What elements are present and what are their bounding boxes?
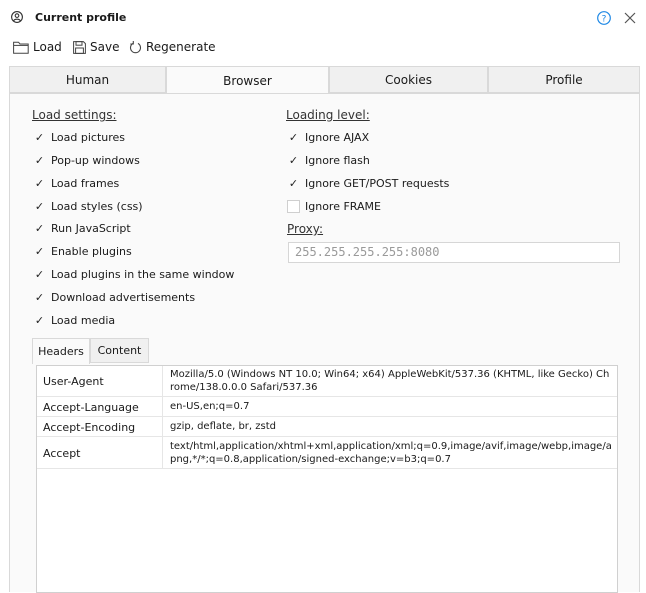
check-icon: ✓: [288, 154, 299, 167]
tab-browser[interactable]: Browser: [166, 66, 329, 94]
checkbox-load-frames[interactable]: ✓ Load frames: [33, 177, 119, 190]
header-name: Accept-Language: [43, 401, 139, 414]
help-icon[interactable]: ?: [597, 11, 611, 25]
checkbox-label: Ignore FRAME: [305, 200, 381, 213]
header-value: Mozilla/5.0 (Windows NT 10.0; Win64; x64…: [170, 369, 610, 393]
header-name: Accept-Encoding: [43, 421, 136, 434]
load-button[interactable]: Load: [13, 38, 62, 56]
folder-icon: [13, 41, 29, 54]
load-label: Load: [33, 40, 62, 54]
subtab-content[interactable]: Content: [90, 338, 149, 363]
svg-text:?: ?: [602, 14, 607, 24]
regenerate-button[interactable]: Regenerate: [129, 38, 216, 56]
check-icon: ✓: [34, 314, 45, 327]
tab-label: Profile: [545, 72, 583, 87]
tab-human[interactable]: Human: [9, 66, 166, 93]
checkbox-popup-windows[interactable]: ✓ Pop-up windows: [33, 154, 140, 167]
tab-label: Cookies: [385, 72, 432, 87]
browser-panel: Load settings: ✓ Load pictures ✓ Pop-up …: [9, 93, 640, 593]
table-row[interactable]: Accept text/html,application/xhtml+xml,a…: [37, 437, 617, 469]
proxy-input[interactable]: 255.255.255.255:8080: [288, 242, 620, 263]
load-settings-title: Load settings:: [32, 108, 117, 122]
check-icon: ✓: [34, 177, 45, 190]
column-divider: [162, 397, 163, 416]
check-icon: ✓: [34, 154, 45, 167]
main-tabs: Human Browser Cookies Profile: [9, 66, 640, 94]
checkbox-ignore-frame[interactable]: Ignore FRAME: [287, 200, 381, 213]
checkbox-enable-plugins[interactable]: ✓ Enable plugins: [33, 245, 132, 258]
toolbar: Load Save Regenerate: [0, 34, 646, 60]
floppy-icon: [73, 40, 86, 54]
checkbox-label: Enable plugins: [51, 245, 132, 258]
save-label: Save: [90, 40, 120, 54]
window-title: Current profile: [35, 11, 127, 24]
check-icon: ✓: [34, 291, 45, 304]
checkbox-label: Load styles (css): [51, 200, 143, 213]
loading-level-title: Loading level:: [286, 108, 370, 122]
checkbox-empty-icon: [287, 200, 300, 213]
subtab-label: Headers: [38, 345, 84, 358]
table-row[interactable]: Accept-Encoding gzip, deflate, br, zstd: [37, 417, 617, 437]
tab-label: Browser: [223, 73, 272, 88]
checkbox-label: Ignore AJAX: [305, 131, 370, 144]
save-button[interactable]: Save: [73, 38, 119, 56]
table-row[interactable]: Accept-Language en-US,en;q=0.7: [37, 397, 617, 417]
checkbox-label: Ignore flash: [305, 154, 370, 167]
checkbox-load-styles[interactable]: ✓ Load styles (css): [33, 200, 143, 213]
tab-cookies[interactable]: Cookies: [329, 66, 488, 93]
header-value: gzip, deflate, br, zstd: [170, 421, 276, 432]
table-row[interactable]: User-Agent Mozilla/5.0 (Windows NT 10.0;…: [37, 366, 617, 397]
checkbox-download-ads[interactable]: ✓ Download advertisements: [33, 291, 195, 304]
checkbox-ignore-flash[interactable]: ✓ Ignore flash: [287, 154, 370, 167]
checkbox-label: Pop-up windows: [51, 154, 140, 167]
check-icon: ✓: [34, 268, 45, 281]
checkbox-ignore-ajax[interactable]: ✓ Ignore AJAX: [287, 131, 369, 144]
checkbox-label: Load frames: [51, 177, 120, 190]
subtab-headers[interactable]: Headers: [32, 338, 90, 364]
checkbox-label: Load plugins in the same window: [51, 268, 235, 281]
checkbox-ignore-get-post[interactable]: ✓ Ignore GET/POST requests: [287, 177, 450, 190]
column-divider: [162, 437, 163, 468]
checkbox-label: Ignore GET/POST requests: [305, 177, 450, 190]
checkbox-run-javascript[interactable]: ✓ Run JavaScript: [33, 222, 131, 235]
check-icon: ✓: [288, 131, 299, 144]
header-value: en-US,en;q=0.7: [170, 401, 250, 412]
checkbox-label: Run JavaScript: [51, 222, 131, 235]
tab-label: Human: [65, 72, 110, 87]
checkbox-load-media[interactable]: ✓ Load media: [33, 314, 115, 327]
refresh-icon: [129, 40, 142, 53]
headers-table: User-Agent Mozilla/5.0 (Windows NT 10.0;…: [36, 365, 618, 593]
checkbox-load-pictures[interactable]: ✓ Load pictures: [33, 131, 125, 144]
checkbox-label: Load media: [51, 314, 116, 327]
check-icon: ✓: [288, 177, 299, 190]
column-divider: [162, 366, 163, 396]
title-bar: Current profile ?: [0, 0, 646, 34]
checkbox-label: Load pictures: [51, 131, 126, 144]
header-name: Accept: [43, 447, 81, 460]
check-icon: ✓: [34, 245, 45, 258]
checkbox-label: Download advertisements: [51, 291, 196, 304]
header-value: text/html,application/xhtml+xml,applicat…: [170, 441, 612, 465]
check-icon: ✓: [34, 222, 45, 235]
check-icon: ✓: [34, 131, 45, 144]
user-circle-icon: [11, 11, 23, 23]
tab-profile[interactable]: Profile: [488, 66, 640, 93]
close-icon[interactable]: [624, 12, 636, 24]
header-name: User-Agent: [43, 375, 104, 388]
column-divider: [162, 417, 163, 436]
subtab-label: Content: [97, 344, 142, 357]
proxy-title: Proxy:: [287, 222, 324, 236]
regenerate-label: Regenerate: [146, 40, 216, 54]
check-icon: ✓: [34, 200, 45, 213]
checkbox-plugins-same-window[interactable]: ✓ Load plugins in the same window: [33, 268, 235, 281]
